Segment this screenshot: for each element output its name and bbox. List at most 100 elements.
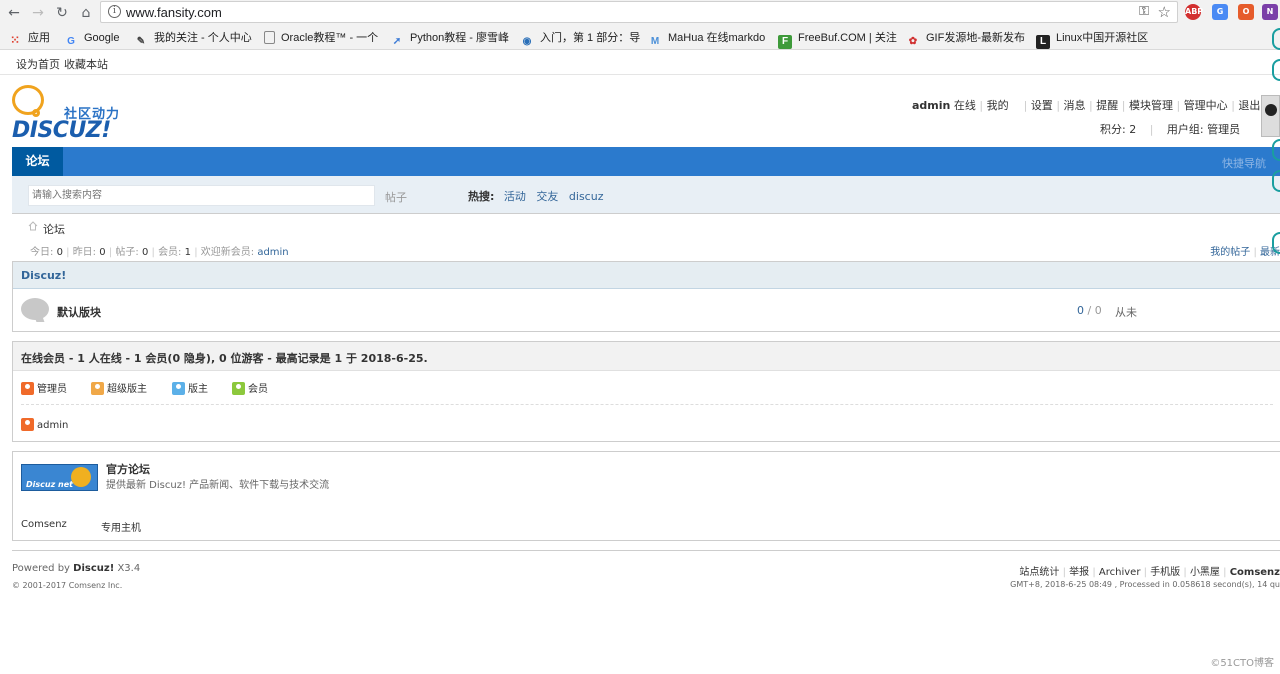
blacklist-link[interactable]: 小黑屋 xyxy=(1190,567,1220,578)
avatar[interactable] xyxy=(1261,95,1280,137)
hot-search-label: 热搜: xyxy=(468,190,495,203)
apps-grid-icon: ⁙ xyxy=(9,33,21,47)
username-link[interactable]: admin xyxy=(912,99,950,112)
admin-user-icon xyxy=(21,418,34,431)
onenote-icon[interactable]: N xyxy=(1262,4,1278,20)
forum-name-link[interactable]: 默认版块 xyxy=(57,304,101,320)
posts-label: 帖子: xyxy=(115,247,139,258)
forward-arrow-icon[interactable]: → xyxy=(28,3,48,23)
official-forum-desc: 提供最新 Discuz! 产品新闻、软件下载与技术交流 xyxy=(106,480,330,491)
module-manage-link[interactable]: 模块管理 xyxy=(1129,99,1173,112)
legend-label: 超级版主 xyxy=(107,384,147,395)
archiver-link[interactable]: Archiver xyxy=(1099,567,1141,578)
separator: | xyxy=(1092,567,1096,578)
online-title[interactable]: 在线会员 - 1 人在线 - 1 会员(0 隐身), 0 位游客 - 最高记录是… xyxy=(13,342,1280,371)
forum-counts: 0 / 0 xyxy=(1077,304,1102,317)
logout-link[interactable]: 退出 xyxy=(1238,99,1260,112)
side-tool-icon[interactable] xyxy=(1272,28,1280,50)
search-type-select[interactable]: 帖子 xyxy=(385,189,407,205)
quick-nav-link[interactable]: 快捷导航 xyxy=(1222,155,1266,171)
info-icon[interactable]: i xyxy=(108,5,121,18)
search-input[interactable] xyxy=(28,185,375,206)
online-box: 在线会员 - 1 人在线 - 1 会员(0 隐身), 0 位游客 - 最高记录是… xyxy=(12,341,1280,442)
legend-label: 版主 xyxy=(188,384,208,395)
office-icon[interactable]: O xyxy=(1238,4,1254,20)
separator: | xyxy=(108,247,113,258)
star-icon[interactable]: ☆ xyxy=(1158,3,1171,21)
legend-moderator: 版主 xyxy=(172,380,208,395)
bookmark-my-follow[interactable]: ✎ 我的关注 - 个人中心 xyxy=(134,31,252,47)
side-tool-icon[interactable] xyxy=(1272,170,1280,192)
favorite-site-link[interactable]: 收藏本站 xyxy=(64,56,108,72)
posts-count: 0 xyxy=(141,247,149,258)
hot-search-link[interactable]: discuz xyxy=(569,190,604,203)
today-count: 0 xyxy=(56,247,63,258)
my-link[interactable]: 我的 xyxy=(987,99,1009,112)
usergroup-link[interactable]: 用户组: 管理员 xyxy=(1167,123,1240,136)
legend-label: 会员 xyxy=(248,384,268,395)
bookmark-apps[interactable]: ⁙ 应用 xyxy=(8,31,50,47)
bookmark-gif[interactable]: ✿ GIF发源地-最新发布 xyxy=(906,31,1025,47)
bookmark-oracle[interactable]: Oracle教程™ - 一个 xyxy=(264,31,378,47)
gif-icon: ✿ xyxy=(908,36,918,47)
friend-links-box: Discuz net 官方论坛 提供最新 Discuz! 产品新闻、软件下载与技… xyxy=(12,451,1280,541)
discuz-net-banner[interactable]: Discuz net xyxy=(21,464,98,491)
notifications-link[interactable]: 提醒 xyxy=(1096,99,1118,112)
admin-center-link[interactable]: 管理中心 xyxy=(1184,99,1228,112)
home-icon[interactable] xyxy=(28,221,38,231)
separator: | xyxy=(1089,99,1093,112)
online-user-item[interactable]: admin xyxy=(21,418,68,431)
my-posts-link[interactable]: 我的帖子 xyxy=(1210,247,1250,258)
discuz-brand-link[interactable]: Discuz! xyxy=(73,563,114,574)
credits-link[interactable]: 积分: 2 xyxy=(1100,123,1136,136)
key-icon[interactable]: ⚿ xyxy=(1139,4,1149,19)
hot-search-link[interactable]: 交友 xyxy=(536,190,558,203)
breadcrumb-forum[interactable]: 论坛 xyxy=(43,223,65,236)
set-homepage-link[interactable]: 设为首页 xyxy=(16,56,60,72)
mobile-link[interactable]: 手机版 xyxy=(1150,567,1180,578)
site-topbar: 设为首页 收藏本站 xyxy=(0,51,1280,75)
bookmark-google[interactable]: G Google xyxy=(64,31,119,47)
home-icon[interactable]: ⌂ xyxy=(76,3,96,23)
hosting-link[interactable]: 专用主机 xyxy=(101,519,141,534)
separator: | xyxy=(1176,99,1181,112)
comsenz-footer-link[interactable]: Comsenz xyxy=(1230,567,1280,578)
copyright: © 2001-2017 Comsenz Inc. xyxy=(12,581,123,590)
bookmark-freebuf[interactable]: F FreeBuf.COM | 关注 xyxy=(778,31,897,49)
back-arrow-icon[interactable]: ← xyxy=(4,3,24,23)
side-tool-icon[interactable] xyxy=(1272,232,1280,254)
discuz-logo[interactable]: 社区动力 DISCUZ! xyxy=(12,85,124,143)
separator: | xyxy=(1149,123,1154,136)
nav-item-forum[interactable]: 论坛 xyxy=(12,147,63,176)
side-tool-icon[interactable] xyxy=(1272,139,1280,161)
reload-icon[interactable]: ↻ xyxy=(52,3,72,23)
google-icon: G xyxy=(67,36,75,47)
comsenz-link[interactable]: Comsenz xyxy=(21,519,67,530)
messages-link[interactable]: 消息 xyxy=(1064,99,1086,112)
super-mod-group-icon xyxy=(91,382,104,395)
translate-icon[interactable]: G xyxy=(1212,4,1228,20)
hot-search-link[interactable]: 活动 xyxy=(504,190,526,203)
divider xyxy=(12,550,1280,551)
settings-link[interactable]: 设置 xyxy=(1031,99,1053,112)
official-forum-link[interactable]: 官方论坛 xyxy=(106,461,150,477)
site-stats-link[interactable]: 站点统计 xyxy=(1019,567,1059,578)
bookmark-linux[interactable]: L Linux中国开源社区 xyxy=(1036,31,1148,49)
bookmark-intro[interactable]: ◉ 入门，第 1 部分：导 xyxy=(520,31,641,47)
separator: | xyxy=(194,247,198,258)
separator: | xyxy=(1183,567,1187,578)
address-bar[interactable]: i www.fansity.com ⚿ ☆ xyxy=(100,1,1178,23)
admin-group-icon xyxy=(21,382,34,395)
url-text[interactable]: www.fansity.com xyxy=(126,5,222,20)
footer-links: 站点统计 | 举报 | Archiver | 手机版 | 小黑屋 | Comse… xyxy=(1019,563,1280,578)
report-link[interactable]: 举报 xyxy=(1069,567,1089,578)
members-count: 1 xyxy=(184,247,191,258)
adblock-icon[interactable]: ABP xyxy=(1185,4,1203,20)
freebuf-icon: F xyxy=(778,35,792,49)
side-tool-icon[interactable] xyxy=(1272,59,1280,81)
bookmark-python[interactable]: ➚ Python教程 - 廖雪峰 xyxy=(390,31,509,47)
banner-text: Discuz net xyxy=(26,480,73,489)
bookmark-mahua[interactable]: M MaHua 在线markdo xyxy=(648,31,765,47)
newest-member-link[interactable]: admin xyxy=(257,247,288,258)
category-title[interactable]: Discuz! xyxy=(13,262,1280,289)
